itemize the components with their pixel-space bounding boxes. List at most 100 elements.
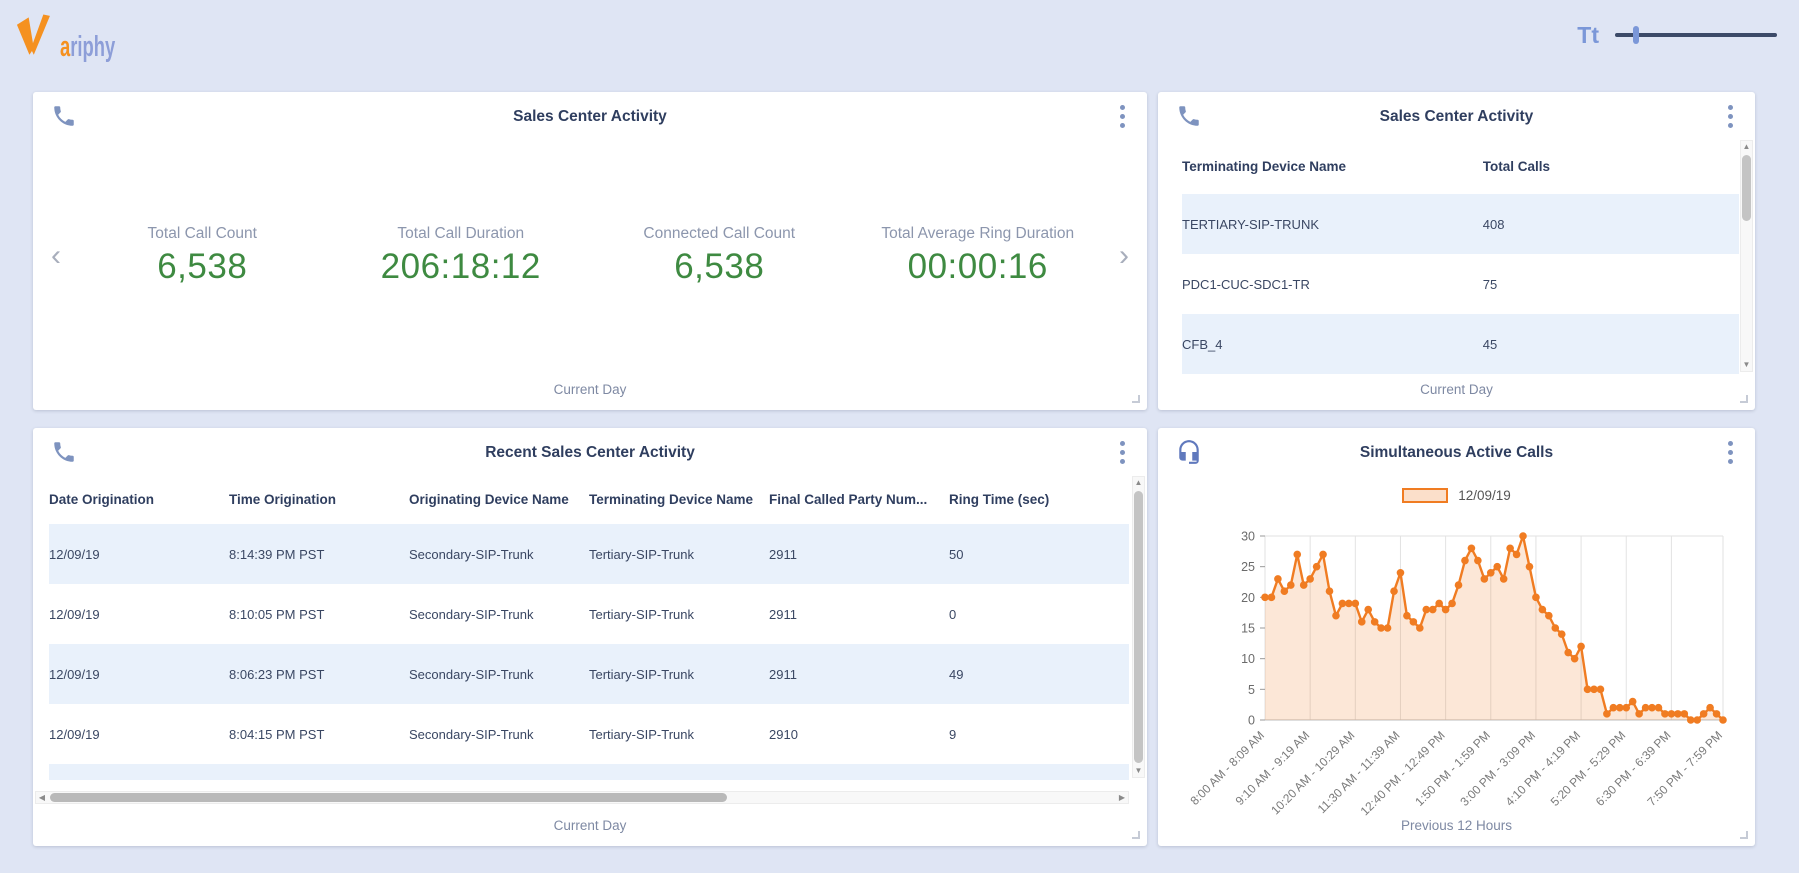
kpi-label: Total Call Count — [147, 225, 257, 242]
kpi-total-call-duration: Total Call Duration 206:18:12 — [332, 225, 591, 287]
kpi-carousel: ‹ Total Call Count 6,538 Total Call Dura… — [33, 138, 1147, 374]
table-cell: 12/09/19 — [49, 546, 100, 562]
table-cell: 8:04:15 PM PST — [229, 726, 325, 742]
text-size-icon: Tt — [1577, 21, 1599, 48]
logo-wordmark: ariphy — [60, 29, 116, 63]
kpi-label: Connected Call Count — [643, 225, 796, 242]
resize-handle[interactable] — [1740, 831, 1748, 839]
variphy-v-icon — [16, 14, 50, 55]
column-header: Terminating Device Name — [1182, 158, 1347, 174]
scroll-down-icon[interactable]: ▼ — [1133, 765, 1144, 777]
table-cell: Tertiary-SIP-Trunk — [589, 666, 694, 682]
chart-area: 0 5 10 15 20 25 30 8:00 AM - 8:09 AM 9:10 AM - 9… — [1173, 524, 1740, 818]
scrollbar-thumb[interactable] — [1742, 155, 1751, 221]
vertical-scrollbar[interactable]: ▲ ▼ — [1132, 476, 1145, 778]
kebab-menu-icon[interactable] — [1111, 438, 1133, 466]
table-row[interactable]: 12/09/19 8:06:23 PM PST Secondary-SIP-Trun… — [49, 644, 1129, 704]
phone-icon — [1179, 106, 1199, 126]
chevron-right-icon[interactable]: › — [1107, 241, 1141, 271]
scroll-down-icon[interactable]: ▼ — [1741, 359, 1752, 371]
phone-icon — [54, 106, 74, 126]
column-header: Time Origination — [229, 491, 337, 507]
resize-handle[interactable] — [1132, 395, 1140, 403]
table-cell: 9 — [949, 726, 957, 742]
table-cell: PDC1-CUC-SDC1-TR — [1182, 276, 1310, 292]
table-cell: 50 — [949, 546, 964, 562]
card-header: Sales Center Activity — [1158, 92, 1755, 138]
table-row[interactable]: 12/09/19 8:04:15 PM PST Secondary-SIP-Trun… — [49, 704, 1129, 764]
svg-text:4:10 PM - 4:19 PM: 4:10 PM - 4:19 PM — [1502, 728, 1583, 809]
card-recent-sales-activity: Recent Sales Center Activity Date Origin… — [33, 428, 1147, 846]
chart-legend: 12/09/19 — [1158, 488, 1755, 503]
kebab-menu-icon[interactable] — [1111, 102, 1133, 130]
card-footer: Previous 12 Hours — [1400, 818, 1513, 833]
table-cell: 12/09/19 — [49, 666, 100, 682]
variphy-logo: ariphy — [14, 9, 129, 61]
table-cell: Secondary-SIP-Trunk — [409, 666, 534, 682]
scrollbar-thumb[interactable] — [50, 793, 728, 802]
vertical-scrollbar[interactable]: ▲ ▼ — [1740, 140, 1753, 372]
kpi-value: 6,538 — [157, 247, 248, 286]
kpi-connected-call-count: Connected Call Count 6,538 — [590, 225, 849, 287]
scroll-left-icon[interactable]: ◀ — [36, 792, 48, 803]
text-size-slider[interactable] — [1615, 25, 1777, 45]
table-cell: 12/09/19 — [49, 726, 100, 742]
svg-text:30: 30 — [1241, 530, 1255, 544]
scroll-right-icon[interactable]: ▶ — [1116, 792, 1128, 803]
table-row[interactable]: TERTIARY-SIP-TRUNK 408 — [1182, 194, 1739, 254]
table-cell: Tertiary-SIP-Trunk — [589, 726, 694, 742]
dashboard: ariphy Tt Sales Center Activity ‹ Total … — [0, 0, 1799, 873]
svg-text:10:20 AM - 10:29 AM: 10:20 AM - 10:29 AM — [1268, 728, 1357, 817]
kpi-value: 206:18:12 — [380, 247, 541, 286]
card-simultaneous-active-calls: Simultaneous Active Calls 12/09/19 0 5 10 1… — [1158, 428, 1755, 846]
headset-icon — [1179, 440, 1199, 464]
card-footer: Current Day — [1420, 382, 1493, 397]
card-footer: Current Day — [553, 818, 627, 833]
table-cell: Secondary-SIP-Trunk — [409, 726, 534, 742]
column-header: Total Calls — [1482, 158, 1551, 174]
phone-icon — [54, 442, 74, 462]
scroll-up-icon[interactable]: ▲ — [1133, 477, 1144, 489]
table-row[interactable]: PDC1-CUC-SDC1-TR 75 — [1182, 254, 1739, 314]
svg-text:10: 10 — [1241, 652, 1255, 666]
kebab-menu-icon[interactable] — [1719, 438, 1741, 466]
slider-handle[interactable] — [1633, 26, 1639, 44]
scroll-up-icon[interactable]: ▲ — [1741, 141, 1752, 153]
card-title: Sales Center Activity — [1379, 108, 1534, 125]
slider-track[interactable] — [1615, 33, 1777, 37]
chevron-left-icon[interactable]: ‹ — [39, 241, 73, 271]
column-header: Originating Device Name — [409, 491, 569, 507]
table-cell: 0 — [949, 606, 957, 622]
column-header: Ring Time (sec) — [949, 491, 1050, 507]
kebab-menu-icon[interactable] — [1719, 102, 1741, 130]
table-body: 12/09/19 8:14:39 PM PST Secondary-SIP-Trun… — [49, 524, 1129, 764]
table-cell: 49 — [949, 666, 964, 682]
table-cell: Tertiary-SIP-Trunk — [589, 546, 694, 562]
svg-text:1:50 PM - 1:59 PM: 1:50 PM - 1:59 PM — [1412, 728, 1493, 809]
table-cell: 75 — [1482, 276, 1498, 292]
table-row[interactable]: 12/09/19 8:14:39 PM PST Secondary-SIP-Trun… — [49, 524, 1129, 584]
horizontal-scrollbar[interactable]: ◀ ▶ — [35, 791, 1129, 804]
svg-text:25: 25 — [1241, 560, 1255, 574]
svg-text:15: 15 — [1241, 622, 1255, 636]
scrollbar-thumb[interactable] — [1134, 491, 1143, 763]
resize-handle[interactable] — [1132, 831, 1140, 839]
card-grid: Sales Center Activity ‹ Total Call Count… — [33, 92, 1755, 846]
table-row[interactable]: CFB_4 45 — [1182, 314, 1739, 374]
card-header: Recent Sales Center Activity — [33, 428, 1147, 474]
device-table: Terminating Device Name Total Calls TERT… — [1158, 138, 1739, 374]
table-cell: 2911 — [769, 606, 797, 622]
kpi-average-ring-duration: Total Average Ring Duration 00:00:16 — [849, 225, 1108, 287]
card-sales-center-kpis: Sales Center Activity ‹ Total Call Count… — [33, 92, 1147, 410]
line-chart[interactable]: 0510152025308:00 AM - 8:09 AM9:10 AM - 9… — [1177, 524, 1737, 824]
card-title: Simultaneous Active Calls — [1359, 444, 1554, 461]
table-row[interactable]: 12/09/19 8:10:05 PM PST Secondary-SIP-Trun… — [49, 584, 1129, 644]
resize-handle[interactable] — [1740, 395, 1748, 403]
svg-text:11:30 AM - 11:39 AM: 11:30 AM - 11:39 AM — [1314, 728, 1402, 816]
table-header-row: Date Origination Time Origination Origin… — [49, 474, 1129, 524]
card-footer: Current Day — [553, 382, 627, 397]
card-header: Sales Center Activity — [33, 92, 1147, 138]
recent-calls-table: Date Origination Time Origination Origin… — [33, 474, 1129, 782]
svg-text:5: 5 — [1248, 683, 1255, 697]
card-sales-center-device-table: Sales Center Activity Terminating Device… — [1158, 92, 1755, 410]
